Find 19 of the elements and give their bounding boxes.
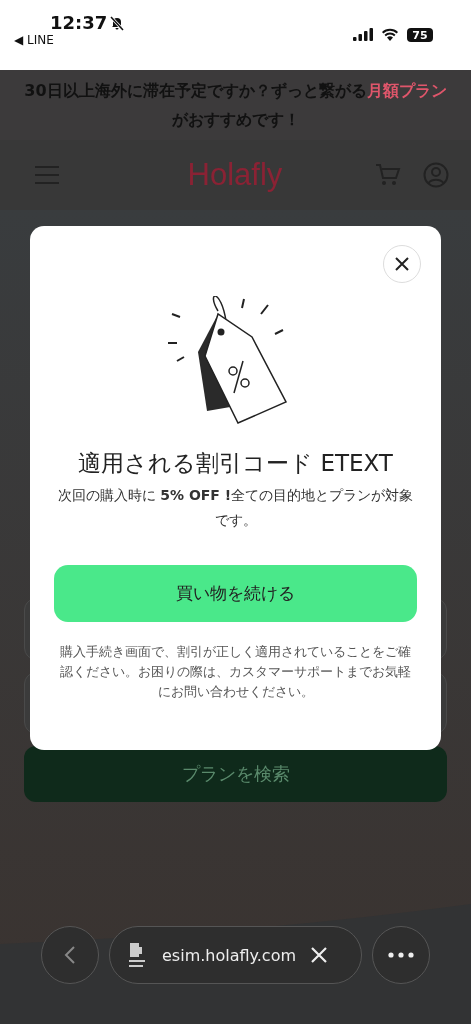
search-plans-button[interactable]: プランを検索 (24, 746, 447, 802)
close-icon (394, 256, 410, 272)
signal-icon (353, 28, 373, 41)
status-time: 12:37 (50, 12, 108, 33)
battery-icon: 75 (407, 28, 433, 42)
dialog-message: 次回の購入時に 5% OFF !全ての目的地とプランが対象です。 (56, 486, 415, 530)
address-bar[interactable]: esim.holafly.com (109, 926, 362, 984)
more-icon (388, 952, 414, 958)
close-icon[interactable] (310, 946, 328, 964)
bell-slash-icon (109, 14, 126, 31)
dialog-note: 購入手続き画面で、割引が正しく適用されていることをご確認ください。お困りの際は、カスタマーサポートまでお気軽にお問い合わせください。 (59, 643, 412, 701)
dialog-title: 適用される割引コード ETEXT (78, 449, 393, 478)
page-icon[interactable] (128, 942, 148, 968)
back-to-app-link[interactable]: ◀ LINE (14, 33, 126, 47)
url-text[interactable]: esim.holafly.com (162, 945, 296, 965)
wifi-icon (381, 28, 399, 41)
close-button[interactable] (383, 245, 421, 283)
continue-shopping-button[interactable]: 買い物を続ける (54, 565, 417, 622)
chevron-left-icon (64, 945, 76, 965)
